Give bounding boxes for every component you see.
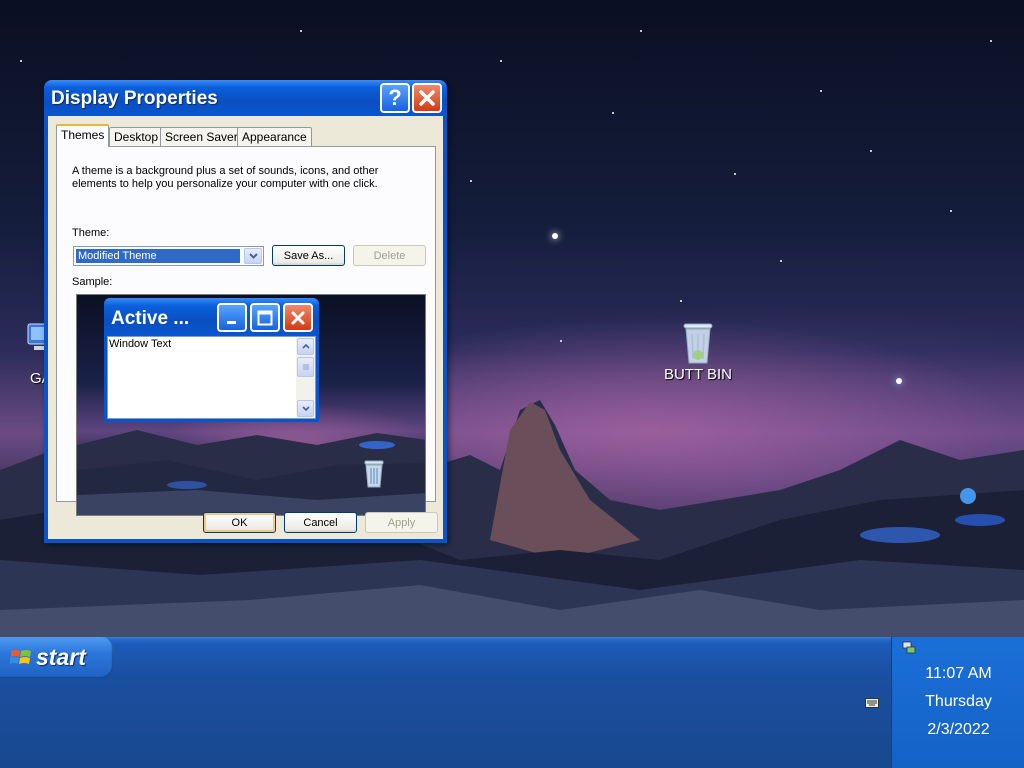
taskbar: start 11:07 AM Thursday 2/3/2022 (0, 637, 1024, 768)
chevron-up-icon (301, 344, 310, 349)
scroll-down-button (297, 400, 314, 417)
ok-button[interactable]: OK (203, 512, 276, 533)
theme-dropdown[interactable]: Modified Theme (73, 246, 264, 266)
sample-close-button (283, 303, 313, 332)
scroll-thumb (297, 357, 314, 377)
tab-appearance[interactable]: Appearance (237, 127, 312, 146)
theme-label: Theme: (72, 227, 110, 239)
sample-label: Sample: (72, 276, 113, 288)
start-label: start (36, 644, 86, 670)
sample-window-client: Window Text (107, 336, 316, 419)
system-tray: 11:07 AM Thursday 2/3/2022 (891, 637, 1024, 768)
recycle-bin-label: BUTT BIN (663, 366, 733, 383)
clock-day[interactable]: Thursday (892, 693, 1024, 711)
sample-maximize-button (250, 303, 280, 332)
scroll-up-button (297, 338, 314, 355)
clock-time[interactable]: 11:07 AM (892, 665, 1024, 683)
save-as-button[interactable]: Save As... (272, 245, 345, 266)
apply-button[interactable]: Apply (365, 512, 438, 533)
theme-description: A theme is a background plus a set of so… (72, 165, 379, 190)
clock-date[interactable]: 2/3/2022 (892, 721, 1024, 739)
theme-dropdown-value: Modified Theme (75, 248, 241, 264)
sample-recycle-bin-icon (364, 460, 384, 488)
network-icon[interactable] (902, 641, 916, 655)
chevron-down-icon (248, 253, 258, 259)
minimize-icon (227, 320, 236, 324)
chevron-down-icon (301, 406, 310, 411)
sample-window-text: Window Text (109, 338, 172, 350)
close-button[interactable] (412, 83, 442, 113)
help-icon: ? (388, 85, 402, 110)
dropdown-arrow-button[interactable] (244, 248, 262, 264)
tab-themes[interactable]: Themes (56, 124, 110, 147)
window-title: Display Properties (51, 88, 218, 109)
help-button[interactable]: ? (380, 83, 410, 113)
sample-window-titlebar: Active ... (104, 298, 319, 336)
sample-minimize-button (217, 303, 247, 332)
sample-active-window: Active ... Window Text (104, 298, 319, 422)
grip-icon (302, 364, 309, 370)
keyboard-icon[interactable] (865, 698, 879, 708)
desktop-icon-recycle-bin[interactable]: BUTT BIN (656, 320, 740, 383)
sample-window-title: Active ... (111, 308, 190, 329)
cancel-button[interactable]: Cancel (284, 512, 357, 533)
tab-desktop[interactable]: Desktop (109, 127, 164, 146)
sample-scrollbar (296, 337, 315, 418)
start-button[interactable]: start (0, 637, 113, 678)
windows-logo-icon (10, 649, 31, 664)
tab-screen-saver[interactable]: Screen Saver (160, 127, 243, 146)
close-icon (291, 311, 305, 324)
maximize-icon (257, 310, 273, 325)
recycle-bin-icon (683, 323, 713, 364)
window-titlebar[interactable]: Display Properties ? (44, 80, 447, 116)
delete-button[interactable]: Delete (353, 245, 426, 266)
close-icon (419, 90, 435, 106)
